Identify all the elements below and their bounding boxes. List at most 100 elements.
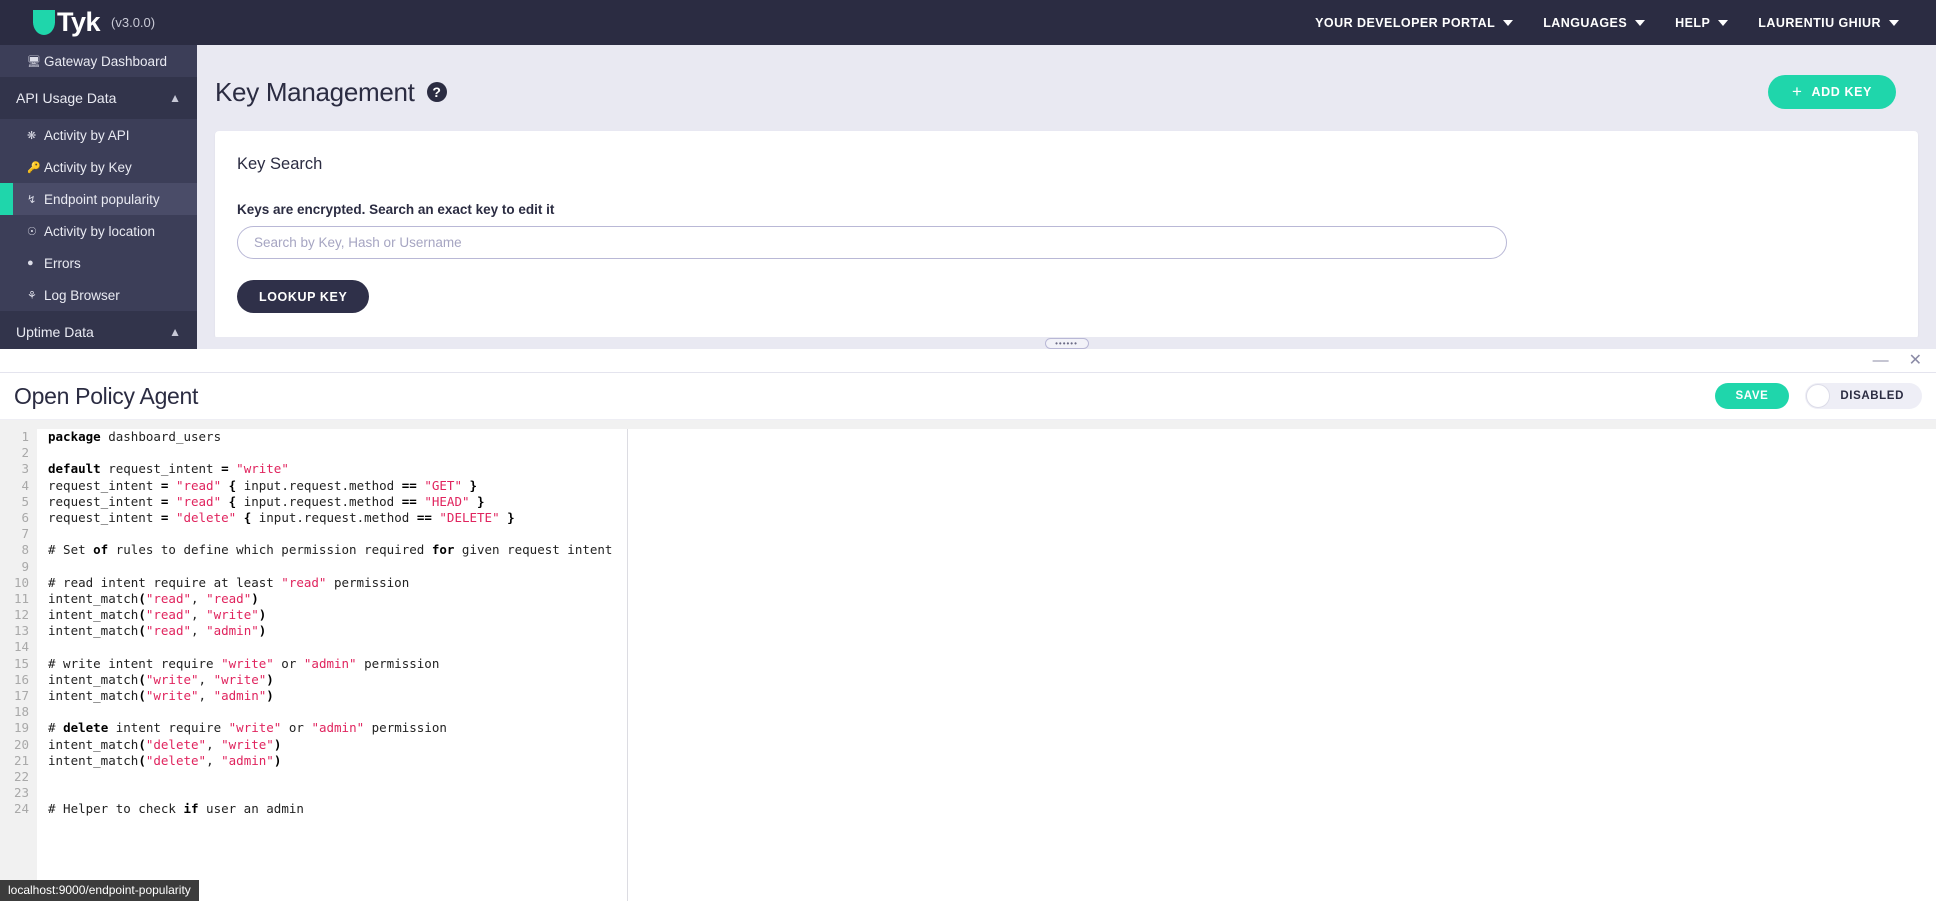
nav-user-label: LAURENTIU GHIUR — [1758, 16, 1881, 30]
sidebar-section-uptime-data[interactable]: Uptime Data ▲ — [0, 311, 197, 349]
code-line: 14 — [0, 639, 1936, 655]
plus-icon: + — [1792, 82, 1803, 102]
help-icon[interactable]: ? — [427, 82, 447, 102]
add-key-button[interactable]: + ADD KEY — [1768, 75, 1896, 109]
sidebar-item-label: Activity by Key — [44, 160, 132, 175]
code-line-text: intent_match("read", "admin") — [37, 623, 266, 639]
line-number: 17 — [0, 688, 37, 704]
sidebar-item-label: Log Browser — [44, 288, 120, 303]
sidebar-item-activity-by-api[interactable]: ❋ Activity by API — [0, 119, 197, 151]
code-line-text: package dashboard_users — [37, 429, 221, 445]
globe-icon: ☉ — [27, 225, 44, 238]
code-line-text: # Set of rules to define which permissio… — [37, 542, 612, 558]
nav-developer-portal[interactable]: YOUR DEVELOPER PORTAL — [1300, 16, 1528, 30]
line-number: 19 — [0, 720, 37, 736]
nav-help-label: HELP — [1675, 16, 1710, 30]
line-number: 10 — [0, 575, 37, 591]
line-number: 4 — [0, 478, 37, 494]
minimize-icon[interactable]: — — [1873, 353, 1889, 369]
code-line-text: # Helper to check if user an admin — [37, 801, 304, 817]
sidebar-item-activity-by-key[interactable]: 🔑 Activity by Key — [0, 151, 197, 183]
nav-languages[interactable]: LANGUAGES — [1528, 16, 1660, 30]
sidebar-item-label: Activity by location — [44, 224, 155, 239]
card-subtitle: Keys are encrypted. Search an exact key … — [237, 202, 1896, 217]
line-number: 23 — [0, 785, 37, 801]
code-line: 12intent_match("read", "write") — [0, 607, 1936, 623]
save-button[interactable]: SAVE — [1715, 383, 1790, 409]
code-line-text: intent_match("delete", "admin") — [37, 753, 281, 769]
code-line-text: intent_match("write", "write") — [37, 672, 274, 688]
code-line: 1package dashboard_users — [0, 429, 1936, 445]
code-line: 8# Set of rules to define which permissi… — [0, 542, 1936, 558]
line-number: 8 — [0, 542, 37, 558]
code-line: 11intent_match("read", "read") — [0, 591, 1936, 607]
code-line: 24# Helper to check if user an admin — [0, 801, 1936, 817]
nav-user-menu[interactable]: LAURENTIU GHIUR — [1743, 16, 1914, 30]
chevron-up-icon: ▲ — [169, 325, 181, 339]
editor-code-area[interactable]: 1package dashboard_users23default reques… — [0, 429, 1936, 818]
line-number: 20 — [0, 737, 37, 753]
sidebar-item-errors[interactable]: ● Errors — [0, 247, 197, 279]
sidebar-item-activity-by-location[interactable]: ☉ Activity by location — [0, 215, 197, 247]
line-number: 24 — [0, 801, 37, 817]
sidebar-item-label: Endpoint popularity — [44, 192, 160, 207]
page-header: Key Management ? + ADD KEY — [197, 45, 1936, 109]
sidebar-item-endpoint-popularity[interactable]: ↯ Endpoint popularity — [0, 183, 197, 215]
enable-disable-toggle[interactable]: DISABLED — [1805, 383, 1922, 409]
main-content: Key Management ? + ADD KEY Key Search Ke… — [197, 45, 1936, 349]
code-line: 5request_intent = "read" { input.request… — [0, 494, 1936, 510]
top-nav-items: YOUR DEVELOPER PORTAL LANGUAGES HELP LAU… — [1300, 16, 1914, 30]
code-line-text — [37, 769, 48, 785]
line-number: 11 — [0, 591, 37, 607]
code-line: 7 — [0, 526, 1936, 542]
code-line-text: # write intent require "write" or "admin… — [37, 656, 439, 672]
card-title: Key Search — [237, 155, 1896, 174]
brand-logo[interactable]: Tyk (v3.0.0) — [33, 7, 155, 38]
open-policy-agent-panel: — ✕ Open Policy Agent SAVE DISABLED 1pac… — [0, 349, 1936, 901]
code-line: 13intent_match("read", "admin") — [0, 623, 1936, 639]
code-line-text — [37, 526, 48, 542]
line-number: 18 — [0, 704, 37, 720]
status-bar-url: localhost:9000/endpoint-popularity — [0, 880, 199, 901]
api-icon: ❋ — [27, 129, 44, 142]
sidebar-item-label: Activity by API — [44, 128, 130, 143]
nav-help[interactable]: HELP — [1660, 16, 1743, 30]
key-search-card: Key Search Keys are encrypted. Search an… — [215, 131, 1918, 339]
code-line: 10# read intent require at least "read" … — [0, 575, 1936, 591]
code-line-text — [37, 445, 48, 461]
chevron-down-icon — [1718, 20, 1728, 26]
policy-code-editor[interactable]: 1package dashboard_users23default reques… — [0, 419, 1936, 901]
chevron-up-icon: ▲ — [169, 91, 181, 105]
code-line-text: intent_match("delete", "write") — [37, 737, 281, 753]
code-line-text: # read intent require at least "read" pe… — [37, 575, 409, 591]
sidebar: 🖥 Gateway Dashboard API Usage Data ▲ ❋ A… — [0, 45, 197, 349]
sidebar-item-gateway-dashboard[interactable]: 🖥 Gateway Dashboard — [0, 45, 197, 77]
monitor-icon: 🖥 — [27, 55, 44, 68]
code-line: 23 — [0, 785, 1936, 801]
toggle-label: DISABLED — [1840, 390, 1904, 402]
chevron-down-icon — [1503, 20, 1513, 26]
line-number: 7 — [0, 526, 37, 542]
key-icon: 🔑 — [27, 161, 44, 174]
code-line: 22 — [0, 769, 1936, 785]
brand-name: Tyk — [57, 7, 100, 38]
close-icon[interactable]: ✕ — [1909, 353, 1922, 369]
code-line: 16intent_match("write", "write") — [0, 672, 1936, 688]
panel-window-controls: — ✕ — [0, 349, 1936, 373]
code-line-text: intent_match("read", "read") — [37, 591, 259, 607]
lookup-key-button[interactable]: LOOKUP KEY — [237, 280, 369, 313]
version-label: (v3.0.0) — [111, 15, 155, 30]
line-number: 5 — [0, 494, 37, 510]
line-number: 6 — [0, 510, 37, 526]
search-input[interactable] — [237, 226, 1507, 259]
line-number: 21 — [0, 753, 37, 769]
code-line-text — [37, 639, 48, 655]
line-number: 13 — [0, 623, 37, 639]
code-line: 2 — [0, 445, 1936, 461]
tyk-logo-icon — [33, 10, 55, 35]
sidebar-section-label: Uptime Data — [16, 324, 94, 340]
sidebar-section-api-usage-data[interactable]: API Usage Data ▲ — [0, 77, 197, 119]
sidebar-item-log-browser[interactable]: ⚘ Log Browser — [0, 279, 197, 311]
sidebar-item-label: Gateway Dashboard — [44, 54, 167, 69]
splitter-drag-handle[interactable]: •••••• — [1045, 338, 1089, 349]
